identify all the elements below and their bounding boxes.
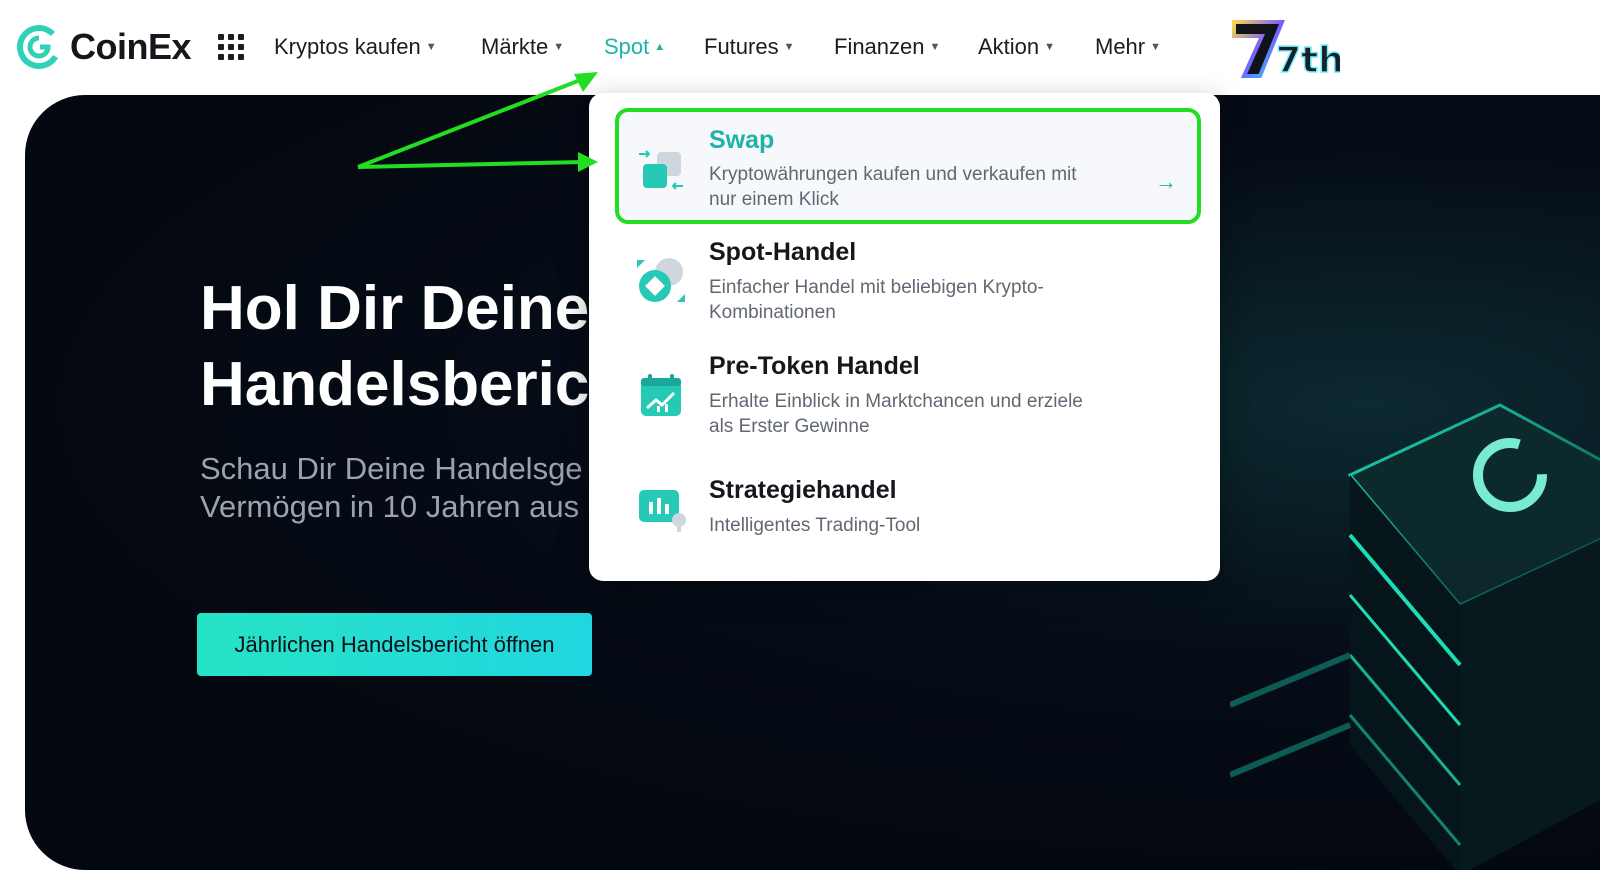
caret-down-icon: ▼	[553, 41, 565, 53]
svg-text:7th: 7th	[1276, 40, 1340, 80]
nav-futures[interactable]: Futures ▼	[704, 34, 794, 60]
nav-mehr[interactable]: Mehr ▼	[1095, 34, 1161, 60]
dropdown-item-description: Erhalte Einblick in Marktchancen und erz…	[709, 391, 1083, 437]
nav-finanzen[interactable]: Finanzen ▼	[834, 34, 940, 60]
caret-down-icon: ▼	[929, 41, 941, 53]
caret-up-icon: ▲	[654, 41, 666, 53]
brand-name: CoinEx	[70, 26, 192, 67]
anniversary-badge-icon[interactable]: 7th	[1230, 18, 1340, 80]
dropdown-item-description: Einfacher Handel mit beliebigen Krypto- …	[709, 277, 1044, 323]
nav-label: Aktion	[978, 34, 1040, 59]
dropdown-item-title: Pre-Token Handel	[709, 352, 920, 380]
bar-chart-icon	[639, 490, 686, 532]
dropdown-item-pre-token-handel[interactable]: Pre-Token Handel Erhalte Einblick in Mar…	[589, 342, 1220, 454]
nav-label: Kryptos kaufen	[274, 34, 421, 59]
caret-down-icon: ▼	[1044, 41, 1056, 53]
dropdown-item-title: Strategiehandel	[709, 476, 897, 504]
dropdown-item-swap[interactable]: Swap Kryptowährungen kaufen und verkaufe…	[589, 112, 1220, 224]
nav-spot[interactable]: Spot ▲	[604, 34, 665, 60]
coinex-building-illustration-icon	[1230, 403, 1600, 870]
hero-subtitle: Schau Dir Deine Handelsge Vermögen in 10…	[200, 451, 583, 524]
arrow-right-icon: →	[1155, 169, 1177, 194]
top-navigation: CoinEx Kryptos kaufen ▼ Märkte ▼ Spot ▲ Fut…	[0, 0, 1600, 95]
dropdown-item-title: Swap	[709, 126, 775, 154]
brand-logo-link[interactable]: CoinEx	[16, 24, 192, 70]
coinex-logo-icon	[16, 24, 61, 69]
dropdown-item-description: Intelligentes Trading-Tool	[709, 515, 921, 536]
calendar-chart-icon	[641, 374, 681, 416]
open-annual-report-button[interactable]: Jährlichen Handelsbericht öffnen	[197, 613, 592, 676]
caret-down-icon: ▼	[783, 41, 795, 53]
swap-icon	[639, 150, 683, 190]
spot-trade-icon	[637, 258, 685, 302]
dropdown-item-spot-handel[interactable]: Spot-Handel Einfacher Handel mit beliebi…	[589, 228, 1220, 340]
dropdown-item-title: Spot-Handel	[709, 238, 857, 266]
nav-label: Futures	[704, 34, 779, 59]
nav-kryptos-kaufen[interactable]: Kryptos kaufen ▼	[274, 34, 437, 60]
nav-label: Finanzen	[834, 34, 925, 59]
dropdown-item-strategiehandel[interactable]: Strategiehandel Intelligentes Trading-To…	[589, 466, 1220, 578]
apps-grid-icon[interactable]	[218, 34, 246, 62]
nav-aktion[interactable]: Aktion ▼	[978, 34, 1055, 60]
nav-label: Spot	[604, 34, 650, 59]
nav-label: Märkte	[481, 34, 549, 59]
nav-maerkte[interactable]: Märkte ▼	[481, 34, 564, 60]
caret-down-icon: ▼	[425, 41, 437, 53]
nav-label: Mehr	[1095, 34, 1146, 59]
dropdown-item-description: Kryptowährungen kaufen und verkaufen mit…	[709, 164, 1077, 210]
hero-title: Hol Dir Deine Handelsberic	[200, 274, 590, 419]
caret-down-icon: ▼	[1150, 41, 1162, 53]
